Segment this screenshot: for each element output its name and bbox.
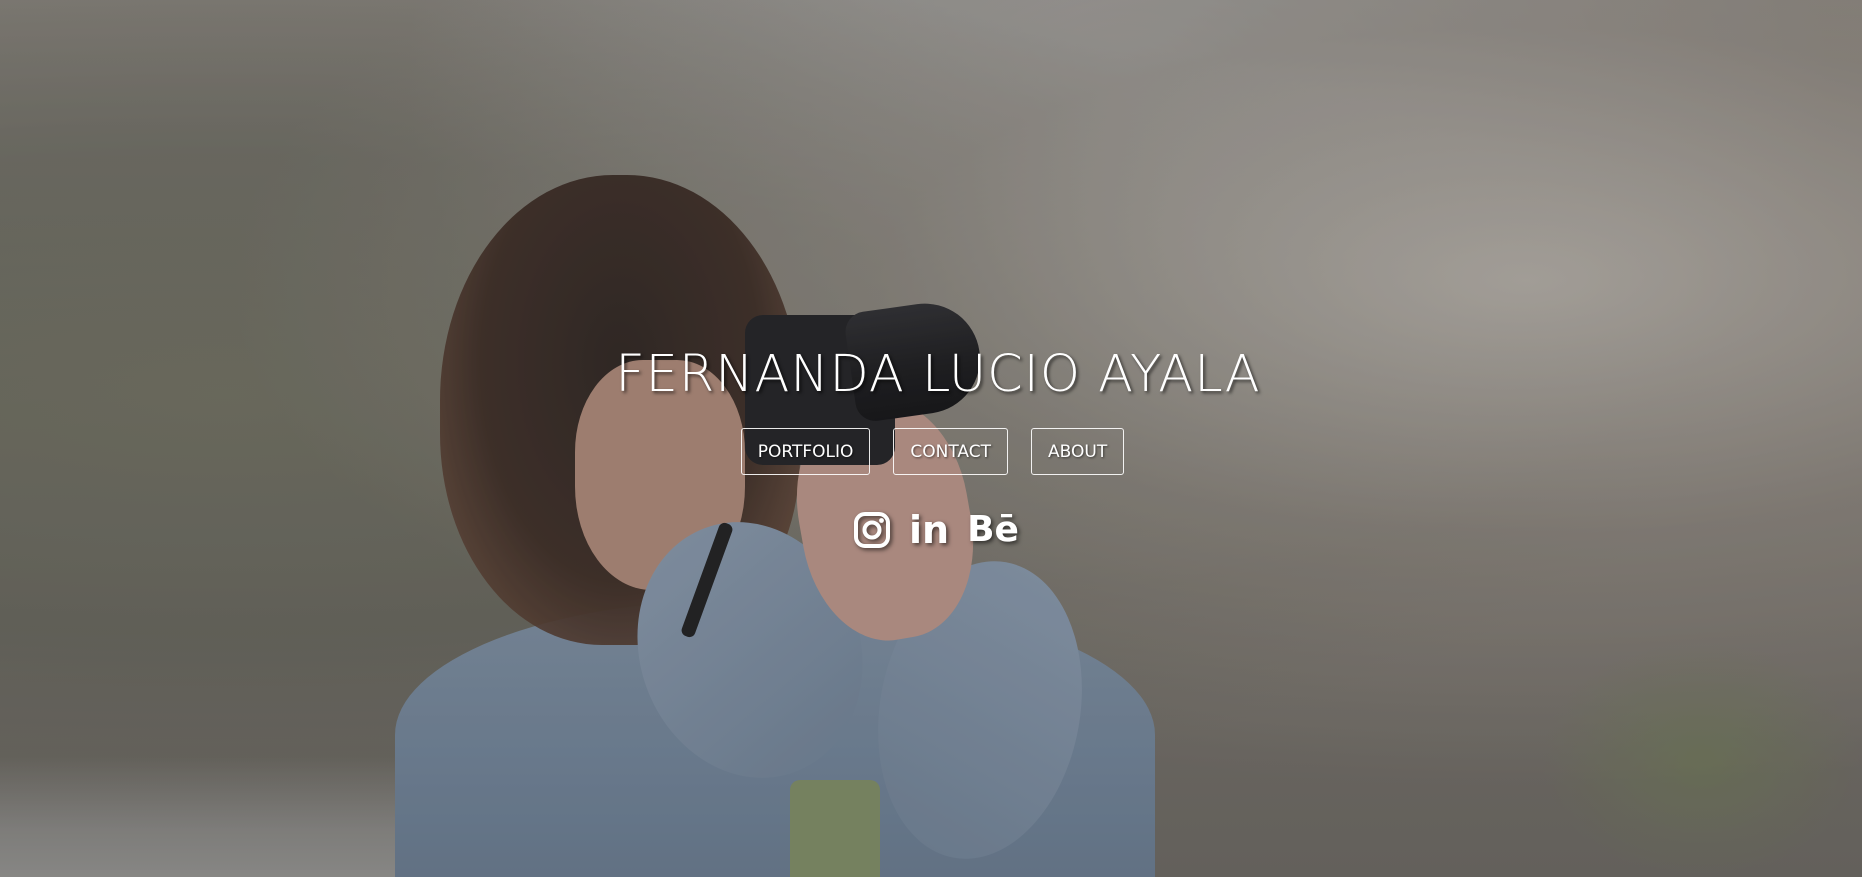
main-nav: PORTFOLIO CONTACT ABOUT [0,428,1862,475]
linkedin-link[interactable]: in [909,508,949,552]
portfolio-button[interactable]: PORTFOLIO [740,428,871,475]
hero-content: FERNANDA LUCIO AYALA PORTFOLIO CONTACT A… [0,0,1862,877]
page-title: FERNANDA LUCIO AYALA [615,345,1261,404]
social-links: in Bē [0,508,1862,552]
behance-icon: Bē [967,509,1019,550]
contact-button[interactable]: CONTACT [893,428,1009,475]
instagram-link[interactable] [853,508,891,552]
about-button[interactable]: ABOUT [1031,428,1125,475]
behance-link[interactable]: Bē [967,508,1019,552]
linkedin-icon: in [909,508,950,552]
hero-section: FERNANDA LUCIO AYALA PORTFOLIO CONTACT A… [0,0,1862,877]
instagram-icon [853,511,891,549]
